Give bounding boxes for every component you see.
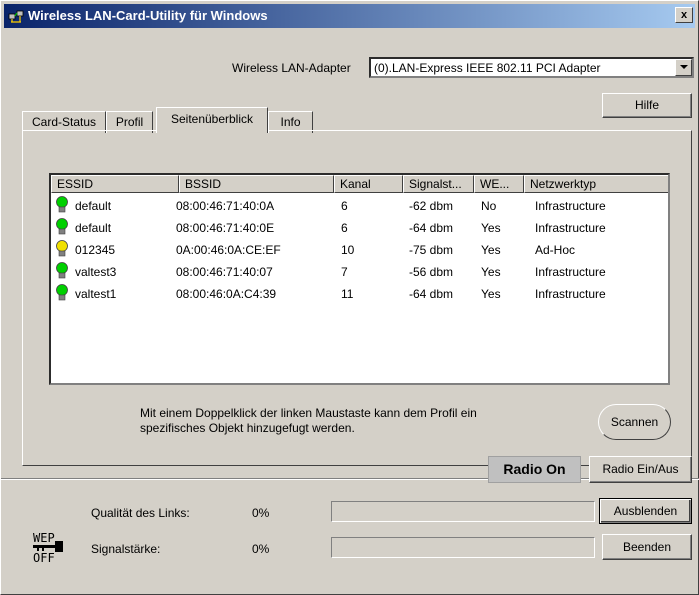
main-window: Wireless LAN-Card-Utility für Windows x … xyxy=(0,0,699,595)
cell-bssid: 08:00:46:71:40:0A xyxy=(176,199,275,213)
table-row[interactable]: valtest3 08:00:46:71:40:07 7 -56 dbm Yes… xyxy=(51,261,668,283)
network-app-icon xyxy=(8,10,24,23)
title-bar[interactable]: Wireless LAN-Card-Utility für Windows x xyxy=(4,4,695,28)
radio-toggle-button[interactable]: Radio Ein/Aus xyxy=(589,456,692,483)
cell-signal: -62 dbm xyxy=(409,199,454,213)
cell-netzwerktyp: Infrastructure xyxy=(535,287,606,301)
close-icon: x xyxy=(680,9,688,21)
table-row[interactable]: valtest1 08:00:46:0A:C4:39 11 -64 dbm Ye… xyxy=(51,283,668,305)
cell-essid: valtest3 xyxy=(75,265,117,279)
cell-wep: Yes xyxy=(481,221,501,235)
hint-line-1: Mit einem Doppelklick der linken Maustas… xyxy=(140,406,477,420)
signal-strength-label: Signalstärke: xyxy=(91,542,161,556)
list-header: ESSID BSSID Kanal Signalst... WE... Netz… xyxy=(51,175,668,193)
hint-line-2: spezifisches Objekt hinzugefugt werden. xyxy=(140,421,355,435)
svg-text:WEP: WEP xyxy=(33,531,55,545)
cell-kanal: 11 xyxy=(341,287,354,301)
lightbulb-icon xyxy=(56,196,68,213)
scan-button[interactable]: Scannen xyxy=(598,404,671,440)
link-quality-label: Qualität des Links: xyxy=(91,506,190,520)
cell-netzwerktyp: Ad-Hoc xyxy=(535,243,576,257)
column-wep[interactable]: WE... xyxy=(474,175,524,193)
column-signal[interactable]: Signalst... xyxy=(403,175,474,193)
hide-button[interactable]: Ausblenden xyxy=(599,498,692,524)
cell-signal: -64 dbm xyxy=(409,287,454,301)
cell-signal: -56 dbm xyxy=(409,265,454,279)
column-bssid[interactable]: BSSID xyxy=(179,175,334,193)
adapter-select[interactable]: (0).LAN-Express IEEE 802.11 PCI Adapter xyxy=(369,57,694,78)
cell-signal: -75 dbm xyxy=(409,243,454,257)
cell-netzwerktyp: Infrastructure xyxy=(535,265,606,279)
cell-wep: No xyxy=(481,199,497,213)
lightbulb-icon xyxy=(56,284,68,301)
network-list[interactable]: ESSID BSSID Kanal Signalst... WE... Netz… xyxy=(49,173,670,385)
cell-bssid: 0A:00:46:0A:CE:EF xyxy=(176,243,281,257)
dropdown-button[interactable] xyxy=(675,59,692,76)
cell-bssid: 08:00:46:71:40:07 xyxy=(176,265,273,279)
cell-netzwerktyp: Infrastructure xyxy=(535,199,606,213)
close-button[interactable]: x xyxy=(675,7,693,23)
table-row[interactable]: default 08:00:46:71:40:0A 6 -62 dbm No I… xyxy=(51,195,668,217)
cell-wep: Yes xyxy=(481,287,501,301)
tab-seitenueberblick[interactable]: Seitenüberblick xyxy=(156,107,268,133)
table-row[interactable]: default 08:00:46:71:40:0E 6 -64 dbm Yes … xyxy=(51,217,668,239)
cell-bssid: 08:00:46:0A:C4:39 xyxy=(176,287,277,301)
cell-bssid: 08:00:46:71:40:0E xyxy=(176,221,275,235)
cell-essid: default xyxy=(75,221,112,235)
cell-signal: -64 dbm xyxy=(409,221,454,235)
cell-kanal: 6 xyxy=(341,199,348,213)
wep-off-key-icon: WEP OFF xyxy=(33,531,63,565)
exit-button[interactable]: Beenden xyxy=(602,534,692,560)
lightbulb-icon xyxy=(56,240,68,257)
tab-strip: Card-Status Profil Seitenüberblick Info xyxy=(22,107,682,133)
cell-wep: Yes xyxy=(481,243,501,257)
column-kanal[interactable]: Kanal xyxy=(334,175,403,193)
signal-strength-bar xyxy=(331,537,595,558)
cell-essid: 012345 xyxy=(75,243,116,257)
cell-wep: Yes xyxy=(481,265,501,279)
cell-essid: default xyxy=(75,199,112,213)
cell-netzwerktyp: Infrastructure xyxy=(535,221,606,235)
lightbulb-icon xyxy=(56,262,68,279)
signal-strength-value: 0% xyxy=(252,542,270,556)
link-quality-bar xyxy=(331,501,595,522)
svg-text:OFF: OFF xyxy=(33,551,55,565)
hint-text: Mit einem Doppelklick der linken Maustas… xyxy=(140,406,477,436)
cell-kanal: 7 xyxy=(341,265,348,279)
cell-essid: valtest1 xyxy=(75,287,117,301)
lightbulb-icon xyxy=(56,218,68,235)
link-quality-value: 0% xyxy=(252,506,270,520)
window-title: Wireless LAN-Card-Utility für Windows xyxy=(28,8,268,23)
cell-kanal: 6 xyxy=(341,221,348,235)
cell-kanal: 10 xyxy=(341,243,355,257)
adapter-label: Wireless LAN-Adapter xyxy=(232,61,351,75)
adapter-select-value: (0).LAN-Express IEEE 802.11 PCI Adapter xyxy=(374,61,601,75)
chevron-down-icon xyxy=(680,65,688,69)
column-essid[interactable]: ESSID xyxy=(51,175,179,193)
table-row[interactable]: 012345 0A:00:46:0A:CE:EF 10 -75 dbm Yes … xyxy=(51,239,668,261)
radio-status-indicator: Radio On xyxy=(488,456,581,483)
column-netzwerktyp[interactable]: Netzwerktyp xyxy=(524,175,668,193)
